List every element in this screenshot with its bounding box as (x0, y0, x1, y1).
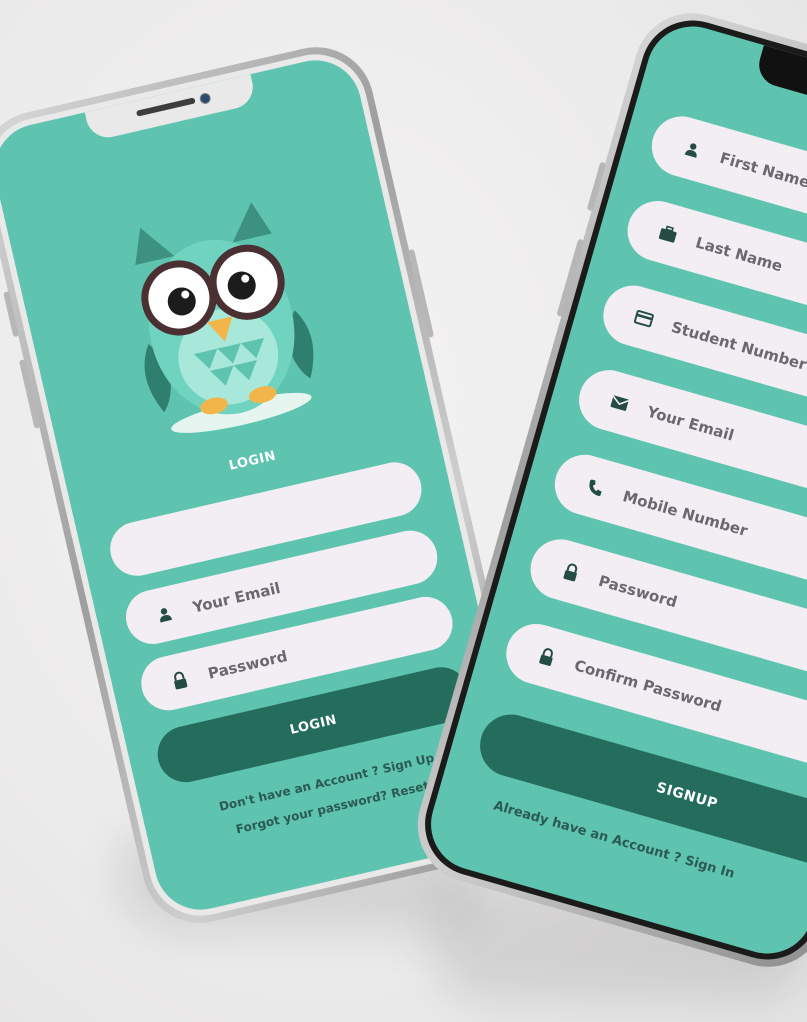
lock-icon (167, 669, 192, 691)
phone-icon (583, 477, 609, 498)
first-name-placeholder: First Name (717, 148, 807, 192)
bezel: S First Name Last Name Student Number (412, 8, 807, 972)
notch (754, 45, 807, 130)
lock-icon (534, 645, 560, 668)
front-camera (198, 91, 212, 106)
notch (84, 74, 258, 142)
password-placeholder: Password (596, 571, 680, 612)
mobile-number-placeholder: Mobile Number (620, 487, 750, 540)
email-placeholder: Your Email (190, 578, 283, 617)
student-number-placeholder: Student Number (669, 317, 807, 374)
signup-screen: S First Name Last Name Student Number (420, 15, 807, 965)
speaker-grille (135, 97, 196, 117)
password-placeholder: Password (206, 647, 290, 683)
email-placeholder: Your Email (645, 402, 736, 445)
last-name-placeholder: Last Name (693, 233, 785, 276)
briefcase-icon (655, 223, 681, 244)
card-icon (631, 309, 656, 329)
user-icon (152, 604, 177, 625)
lock-icon (558, 561, 584, 584)
user-icon (680, 139, 706, 160)
confirm-password-placeholder: Confirm Password (572, 656, 724, 716)
mail-icon (607, 393, 632, 413)
owl-logo (92, 187, 348, 458)
